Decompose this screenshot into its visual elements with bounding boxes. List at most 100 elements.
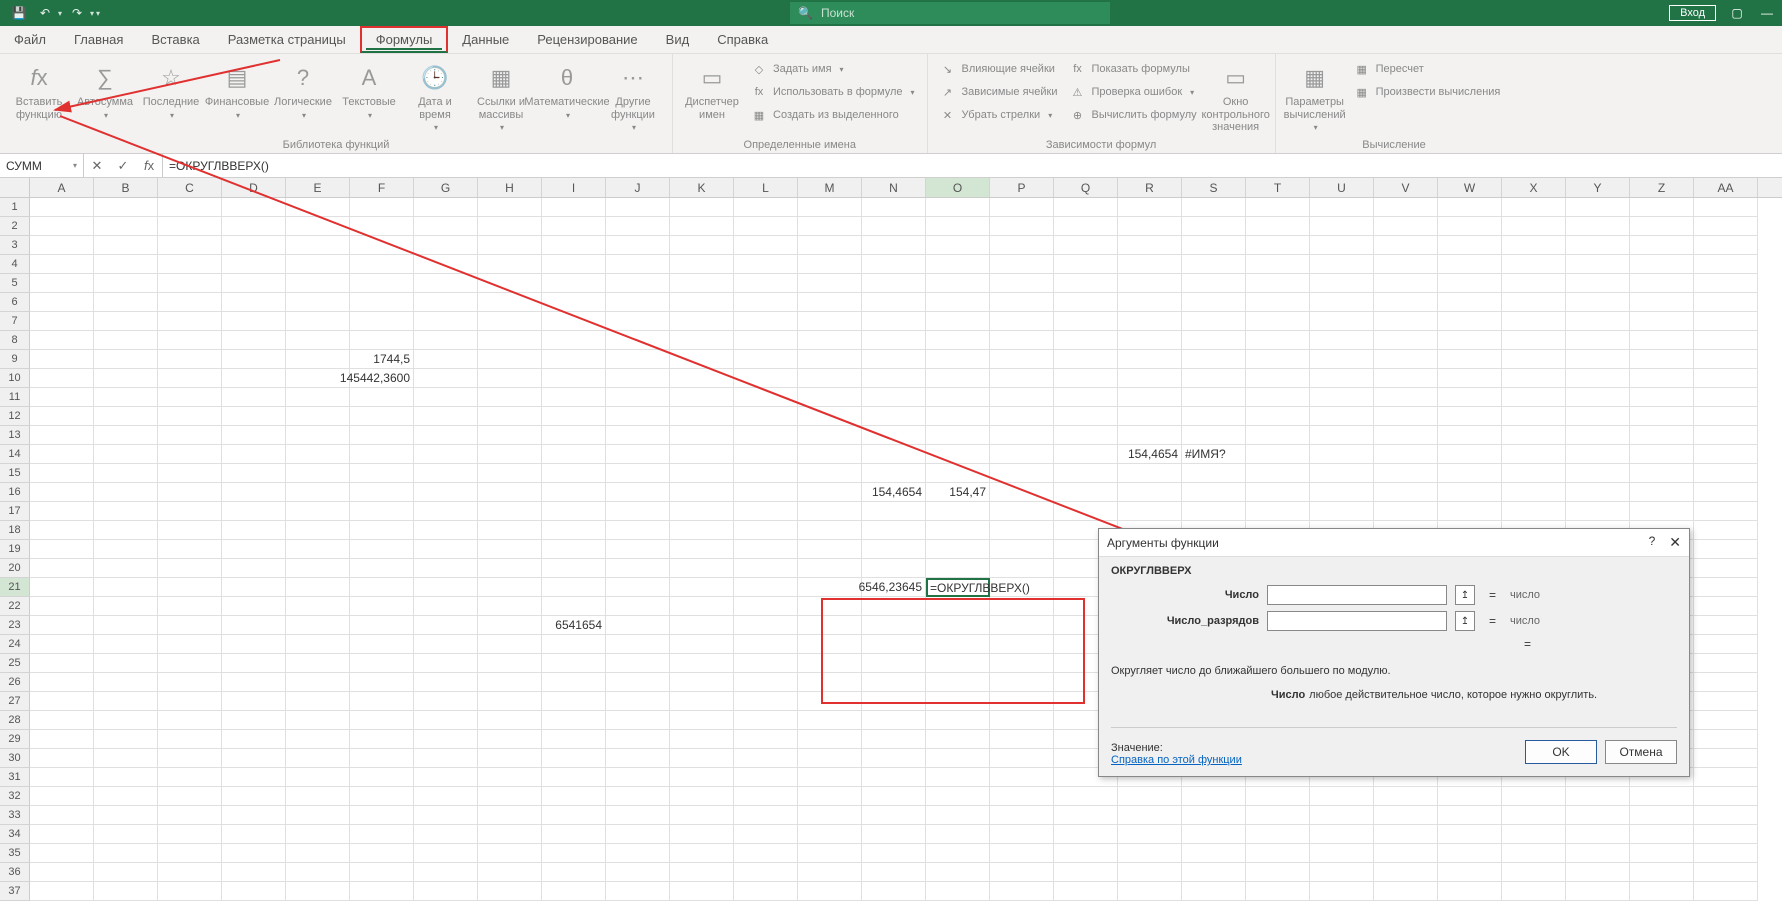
undo-icon[interactable]: ↶ bbox=[34, 2, 56, 24]
cell-A5[interactable] bbox=[30, 274, 94, 293]
cell-AA27[interactable] bbox=[1694, 692, 1758, 711]
cell-J33[interactable] bbox=[606, 806, 670, 825]
cell-S33[interactable] bbox=[1182, 806, 1246, 825]
cell-A21[interactable] bbox=[30, 578, 94, 597]
row-header-25[interactable]: 25 bbox=[0, 654, 30, 673]
cell-N18[interactable] bbox=[862, 521, 926, 540]
cell-N26[interactable] bbox=[862, 673, 926, 692]
row-header-13[interactable]: 13 bbox=[0, 426, 30, 445]
cell-N17[interactable] bbox=[862, 502, 926, 521]
cell-Y4[interactable] bbox=[1566, 255, 1630, 274]
cell-Q4[interactable] bbox=[1054, 255, 1118, 274]
col-header-D[interactable]: D bbox=[222, 178, 286, 197]
cell-P36[interactable] bbox=[990, 863, 1054, 882]
col-header-R[interactable]: R bbox=[1118, 178, 1182, 197]
row-header-10[interactable]: 10 bbox=[0, 369, 30, 388]
cell-O22[interactable] bbox=[926, 597, 990, 616]
cell-J26[interactable] bbox=[606, 673, 670, 692]
ok-button[interactable]: OK bbox=[1525, 740, 1597, 764]
cell-C7[interactable] bbox=[158, 312, 222, 331]
cell-F3[interactable] bbox=[350, 236, 414, 255]
cell-AA31[interactable] bbox=[1694, 768, 1758, 787]
cell-K2[interactable] bbox=[670, 217, 734, 236]
cell-J21[interactable] bbox=[606, 578, 670, 597]
cell-N20[interactable] bbox=[862, 559, 926, 578]
cell-F2[interactable] bbox=[350, 217, 414, 236]
cell-Y33[interactable] bbox=[1566, 806, 1630, 825]
cell-D13[interactable] bbox=[222, 426, 286, 445]
cell-J9[interactable] bbox=[606, 350, 670, 369]
cell-D21[interactable] bbox=[222, 578, 286, 597]
cell-K6[interactable] bbox=[670, 293, 734, 312]
cell-B9[interactable] bbox=[94, 350, 158, 369]
cell-D31[interactable] bbox=[222, 768, 286, 787]
cell-D36[interactable] bbox=[222, 863, 286, 882]
dialog-titlebar[interactable]: Аргументы функции ? ✕ bbox=[1099, 529, 1689, 557]
cell-J22[interactable] bbox=[606, 597, 670, 616]
cell-F34[interactable] bbox=[350, 825, 414, 844]
cell-G6[interactable] bbox=[414, 293, 478, 312]
cell-Y36[interactable] bbox=[1566, 863, 1630, 882]
cell-V1[interactable] bbox=[1374, 198, 1438, 217]
cell-H28[interactable] bbox=[478, 711, 542, 730]
cell-G33[interactable] bbox=[414, 806, 478, 825]
cell-U10[interactable] bbox=[1310, 369, 1374, 388]
cell-C14[interactable] bbox=[158, 445, 222, 464]
cell-B10[interactable] bbox=[94, 369, 158, 388]
cell-T33[interactable] bbox=[1246, 806, 1310, 825]
cell-R1[interactable] bbox=[1118, 198, 1182, 217]
cell-W13[interactable] bbox=[1438, 426, 1502, 445]
col-header-K[interactable]: K bbox=[670, 178, 734, 197]
cell-E19[interactable] bbox=[286, 540, 350, 559]
row-header-18[interactable]: 18 bbox=[0, 521, 30, 540]
cell-S14[interactable]: #ИМЯ? bbox=[1182, 445, 1246, 464]
cell-H12[interactable] bbox=[478, 407, 542, 426]
cell-N11[interactable] bbox=[862, 388, 926, 407]
cell-U3[interactable] bbox=[1310, 236, 1374, 255]
cell-L9[interactable] bbox=[734, 350, 798, 369]
col-header-I[interactable]: I bbox=[542, 178, 606, 197]
cell-AA3[interactable] bbox=[1694, 236, 1758, 255]
col-header-E[interactable]: E bbox=[286, 178, 350, 197]
col-header-F[interactable]: F bbox=[350, 178, 414, 197]
cell-V10[interactable] bbox=[1374, 369, 1438, 388]
cell-S10[interactable] bbox=[1182, 369, 1246, 388]
cell-V15[interactable] bbox=[1374, 464, 1438, 483]
cell-P8[interactable] bbox=[990, 331, 1054, 350]
cell-S9[interactable] bbox=[1182, 350, 1246, 369]
cell-F27[interactable] bbox=[350, 692, 414, 711]
cell-L13[interactable] bbox=[734, 426, 798, 445]
cell-K36[interactable] bbox=[670, 863, 734, 882]
cell-E31[interactable] bbox=[286, 768, 350, 787]
cell-B11[interactable] bbox=[94, 388, 158, 407]
tab-вставка[interactable]: Вставка bbox=[137, 26, 213, 53]
cell-D16[interactable] bbox=[222, 483, 286, 502]
dialog-help-button[interactable]: ? bbox=[1649, 534, 1656, 551]
cell-L36[interactable] bbox=[734, 863, 798, 882]
cell-C1[interactable] bbox=[158, 198, 222, 217]
redo-icon[interactable]: ↷ bbox=[66, 2, 88, 24]
cell-J27[interactable] bbox=[606, 692, 670, 711]
cell-Y8[interactable] bbox=[1566, 331, 1630, 350]
cell-B32[interactable] bbox=[94, 787, 158, 806]
cell-M21[interactable] bbox=[798, 578, 862, 597]
col-header-S[interactable]: S bbox=[1182, 178, 1246, 197]
cell-A25[interactable] bbox=[30, 654, 94, 673]
row-header-30[interactable]: 30 bbox=[0, 749, 30, 768]
cell-J32[interactable] bbox=[606, 787, 670, 806]
cell-S13[interactable] bbox=[1182, 426, 1246, 445]
cell-J20[interactable] bbox=[606, 559, 670, 578]
cell-Q8[interactable] bbox=[1054, 331, 1118, 350]
cell-C25[interactable] bbox=[158, 654, 222, 673]
cell-V34[interactable] bbox=[1374, 825, 1438, 844]
cell-AA30[interactable] bbox=[1694, 749, 1758, 768]
cell-N27[interactable] bbox=[862, 692, 926, 711]
cell-H2[interactable] bbox=[478, 217, 542, 236]
row-header-8[interactable]: 8 bbox=[0, 331, 30, 350]
cell-D22[interactable] bbox=[222, 597, 286, 616]
cell-H24[interactable] bbox=[478, 635, 542, 654]
cell-L10[interactable] bbox=[734, 369, 798, 388]
cell-C30[interactable] bbox=[158, 749, 222, 768]
cell-E3[interactable] bbox=[286, 236, 350, 255]
cell-I32[interactable] bbox=[542, 787, 606, 806]
